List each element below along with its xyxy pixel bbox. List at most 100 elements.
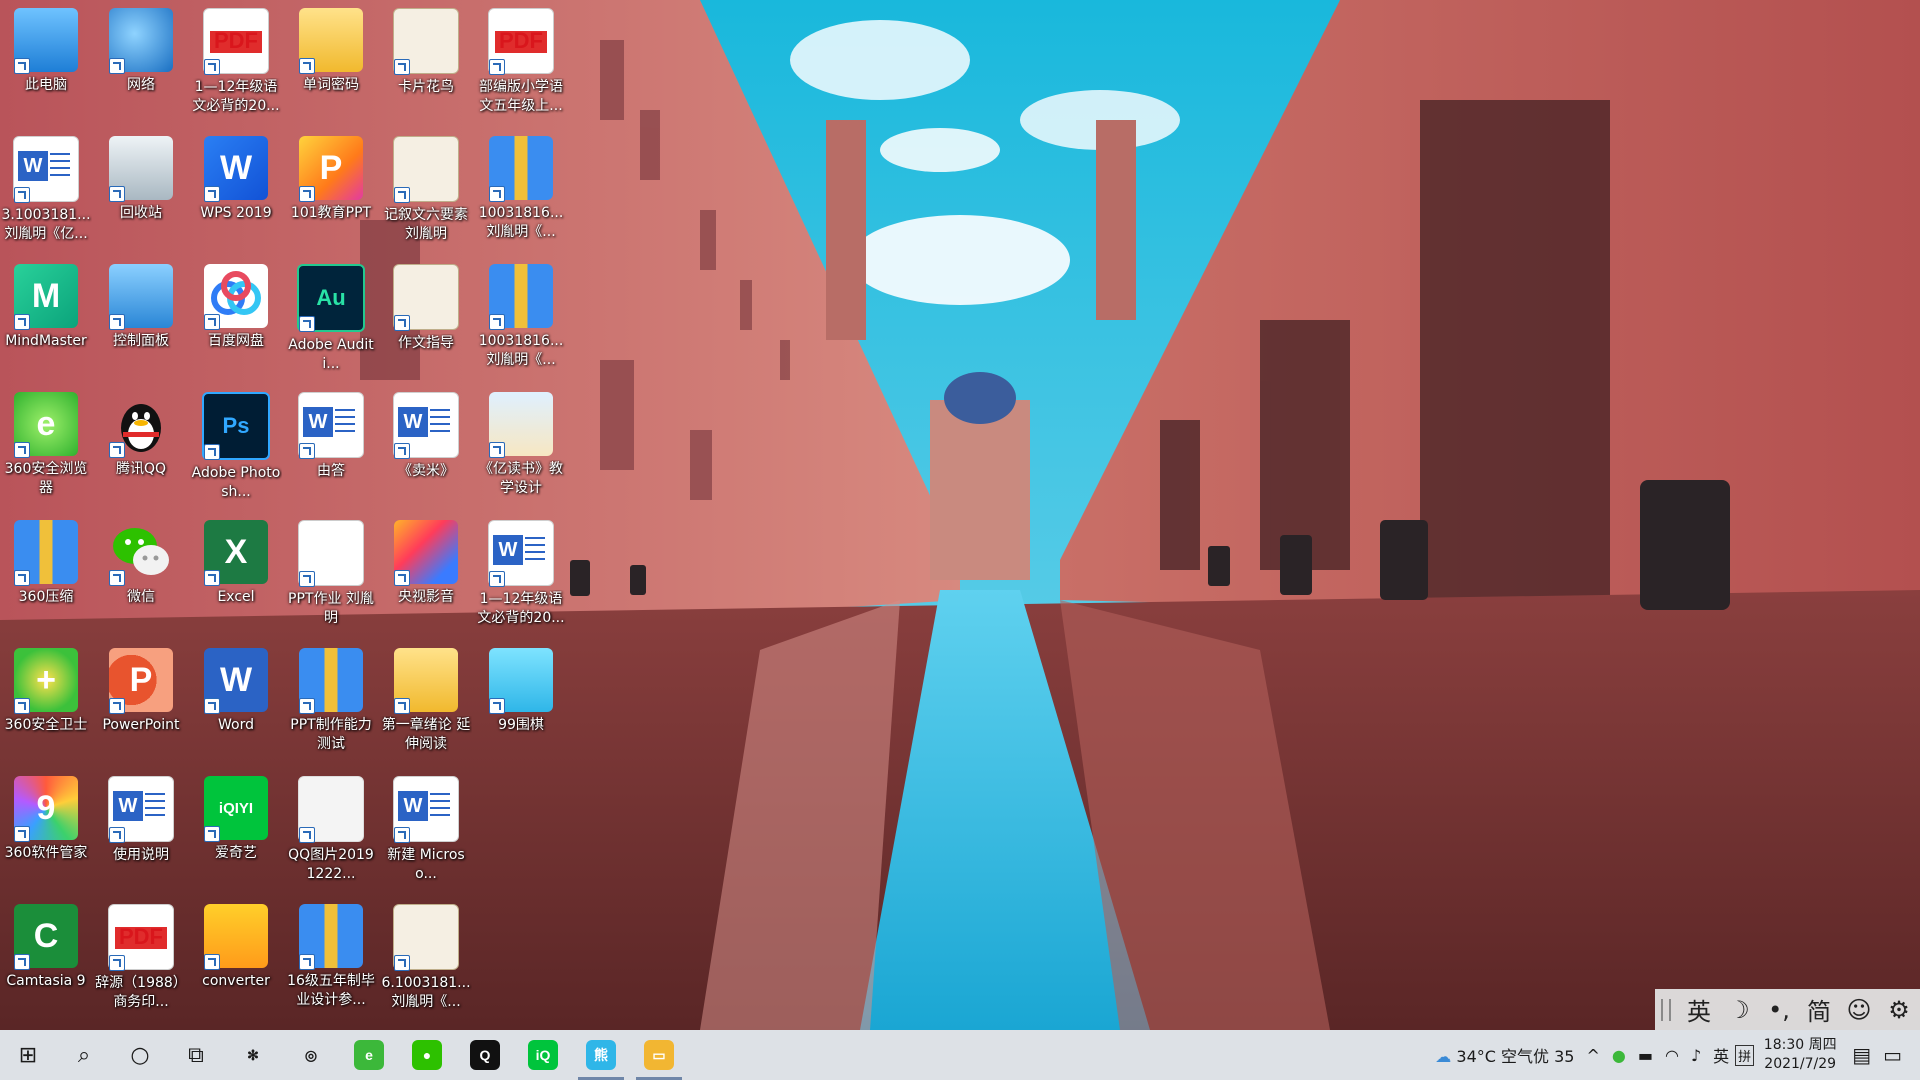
desktop-icon[interactable]: W 1—12年级语文必背的20... <box>475 512 567 636</box>
taskbar-app-search-tool[interactable]: ◎ <box>282 1030 340 1080</box>
notes-icon[interactable]: ▤ <box>1846 1043 1877 1067</box>
adobe-photoshop-icon: Ps <box>202 392 270 460</box>
taskbar-app-pinwheel[interactable]: ✻ <box>224 1030 282 1080</box>
shortcut-arrow-icon <box>394 698 410 714</box>
ime-drag-handle[interactable] <box>1661 998 1671 1021</box>
desktop-icon[interactable]: 记叙文六要素 刘胤明 <box>380 128 472 252</box>
desktop-icon[interactable]: W 使用说明 <box>95 768 187 892</box>
desktop-icon[interactable]: 作文指导 <box>380 256 472 380</box>
desktop-icon[interactable]: Ps Adobe Photosh... <box>190 384 282 508</box>
word-badge: W <box>113 791 143 821</box>
taskbar-app-wechat[interactable]: ● <box>398 1030 456 1080</box>
volume-icon[interactable]: ♪ <box>1685 1046 1707 1065</box>
iqiyi-app-icon: iQIYI <box>204 776 268 842</box>
tray-360-guard-icon[interactable]: ● <box>1606 1046 1632 1065</box>
desktop-icon[interactable]: 回收站 <box>95 128 187 252</box>
desktop-icon[interactable]: +360安全卫士 <box>0 640 92 764</box>
desktop-icon[interactable]: 腾讯QQ <box>95 384 187 508</box>
wifi-icon[interactable]: ◠ <box>1659 1046 1685 1065</box>
desktop-icon[interactable]: PDF 部编版小学语文五年级上... <box>475 0 567 124</box>
taskbar-app-iqiyi[interactable]: iQ <box>514 1030 572 1080</box>
desktop-icon[interactable]: W 3.1003181...刘胤明《亿... <box>0 128 92 252</box>
weather-widget[interactable]: ☁ 34°C 空气优 35 <box>1429 1043 1580 1067</box>
desktop-icon-label: 部编版小学语文五年级上... <box>479 79 563 114</box>
task-view-button[interactable]: ⧉ <box>168 1030 224 1080</box>
show-hidden-icons-button[interactable]: ^ <box>1580 1046 1605 1065</box>
desktop-icon[interactable]: PDF 1—12年级语文必背的20... <box>190 0 282 124</box>
tray-ime-mode[interactable]: 拼 <box>1735 1044 1755 1066</box>
taskbar-app-qq[interactable]: Q <box>456 1030 514 1080</box>
ime-halfwidth-toggle[interactable]: ☽ <box>1719 996 1759 1024</box>
taskbar-app-file-explorer[interactable]: ▭ <box>630 1030 688 1080</box>
desktop-icon[interactable]: W WPS 2019 <box>190 128 282 252</box>
battery-icon[interactable]: ▬ <box>1632 1046 1659 1065</box>
desktop-icon[interactable]: 控制面板 <box>95 256 187 380</box>
ime-settings-button[interactable]: ⚙ <box>1879 996 1919 1024</box>
desktop-icon[interactable]: 此电脑 <box>0 0 92 124</box>
desktop-icon-label: 6.1003181...刘胤明《... <box>381 975 471 1010</box>
desktop-icon[interactable]: converter <box>190 896 282 1020</box>
desktop-icon[interactable]: P PowerPoint <box>95 640 187 764</box>
desktop-icon[interactable]: 10031816...刘胤明《... <box>475 256 567 380</box>
desktop-icon[interactable]: PPT制作能力测试 <box>285 640 377 764</box>
desktop-icon[interactable]: 第一章绪论 延伸阅读 <box>380 640 472 764</box>
word-document-icon: W <box>393 776 459 843</box>
cortana-button[interactable]: ○ <box>112 1030 168 1080</box>
desktop-icon[interactable]: 网络 <box>95 0 187 124</box>
ime-language-toggle[interactable]: 英 <box>1679 992 1719 1027</box>
qq-penguin-icon <box>109 392 173 458</box>
weather-temperature: 34°C <box>1456 1047 1496 1066</box>
tray-language-indicator[interactable]: 英 <box>1707 1043 1735 1067</box>
360-guard-icon: + <box>14 648 78 714</box>
desktop-icon[interactable]: 16级五年制毕业设计参... <box>285 896 377 1020</box>
taskbar-app-99-weiqi[interactable]: 熊 <box>572 1030 630 1080</box>
taskbar-search-button[interactable]: ⌕ <box>56 1030 112 1080</box>
desktop-icon[interactable]: 单词密码 <box>285 0 377 124</box>
desktop-icon[interactable]: P 101教育PPT <box>285 128 377 252</box>
desktop-icon[interactable]: W 由答 <box>285 384 377 508</box>
shortcut-arrow-icon <box>394 827 410 843</box>
desktop-icon-label: Adobe Photosh... <box>191 465 281 500</box>
desktop-icon[interactable]: 6.1003181...刘胤明《... <box>380 896 472 1020</box>
desktop-icon[interactable]: X Excel <box>190 512 282 636</box>
action-center-icon[interactable]: ▭ <box>1877 1043 1920 1067</box>
desktop-icon-label: 辞源（1988）商务印... <box>95 975 187 1010</box>
ime-simplified-toggle[interactable]: 简 <box>1799 992 1839 1027</box>
desktop-icon[interactable]: QQ图片20191222... <box>285 768 377 892</box>
desktop-icon[interactable]: M MindMaster <box>0 256 92 380</box>
desktop-icon[interactable]: iQIYI 爱奇艺 <box>190 768 282 892</box>
ime-emoji-button[interactable]: ☺ <box>1839 996 1879 1024</box>
desktop-icon[interactable]: 卡片花鸟 <box>380 0 472 124</box>
desktop-icon[interactable]: 百度网盘 <box>190 256 282 380</box>
desktop-icon-label: 爱奇艺 <box>215 845 257 861</box>
desktop-icon[interactable]: 《亿读书》教学设计 <box>475 384 567 508</box>
desktop-icon[interactable]: 99围棋 <box>475 640 567 764</box>
desktop-icon[interactable]: 10031816...刘胤明《... <box>475 128 567 252</box>
desktop-icon[interactable]: 9 360软件管家 <box>0 768 92 892</box>
taskbar-clock[interactable]: 18:30 周四 2021/7/29 <box>1754 1036 1846 1074</box>
shortcut-arrow-icon <box>394 955 410 971</box>
desktop-icon[interactable]: W 新建 Microso... <box>380 768 472 892</box>
desktop-icon[interactable]: PDF 辞源（1988）商务印... <box>95 896 187 1020</box>
shortcut-arrow-icon <box>489 59 505 75</box>
cctv-video-icon <box>394 520 458 586</box>
desktop-icon[interactable]: 微信 <box>95 512 187 636</box>
recycle-bin-icon <box>109 136 173 202</box>
start-button[interactable]: ⊞ <box>0 1030 56 1080</box>
desktop-icon[interactable]: e 360安全浏览器 <box>0 384 92 508</box>
desktop-icon[interactable]: W Word <box>190 640 282 764</box>
ime-toolbar[interactable]: 英 ☽ •, 简 ☺ ⚙ <box>1655 989 1920 1030</box>
desktop-icon[interactable]: C Camtasia 9 <box>0 896 92 1020</box>
taskbar-pinned-apps: ✻ ◎ e ● QiQ 熊 ▭ <box>224 1030 688 1080</box>
desktop-icon-label: 央视影音 <box>398 589 454 605</box>
network-icon <box>109 8 173 74</box>
control-panel-icon <box>109 264 173 330</box>
desktop-icon[interactable]: 央视影音 <box>380 512 472 636</box>
desktop-icon[interactable]: W 《卖米》 <box>380 384 472 508</box>
desktop-icon[interactable]: 360压缩 <box>0 512 92 636</box>
desktop-icon[interactable]: P PPT作业 刘胤明 <box>285 512 377 636</box>
ime-punctuation-toggle[interactable]: •, <box>1759 996 1799 1024</box>
desktop-icon[interactable]: Au Adobe Auditi... <box>285 256 377 380</box>
taskbar-app-360-browser[interactable]: e <box>340 1030 398 1080</box>
desktop-icon-label: QQ图片20191222... <box>288 847 374 882</box>
